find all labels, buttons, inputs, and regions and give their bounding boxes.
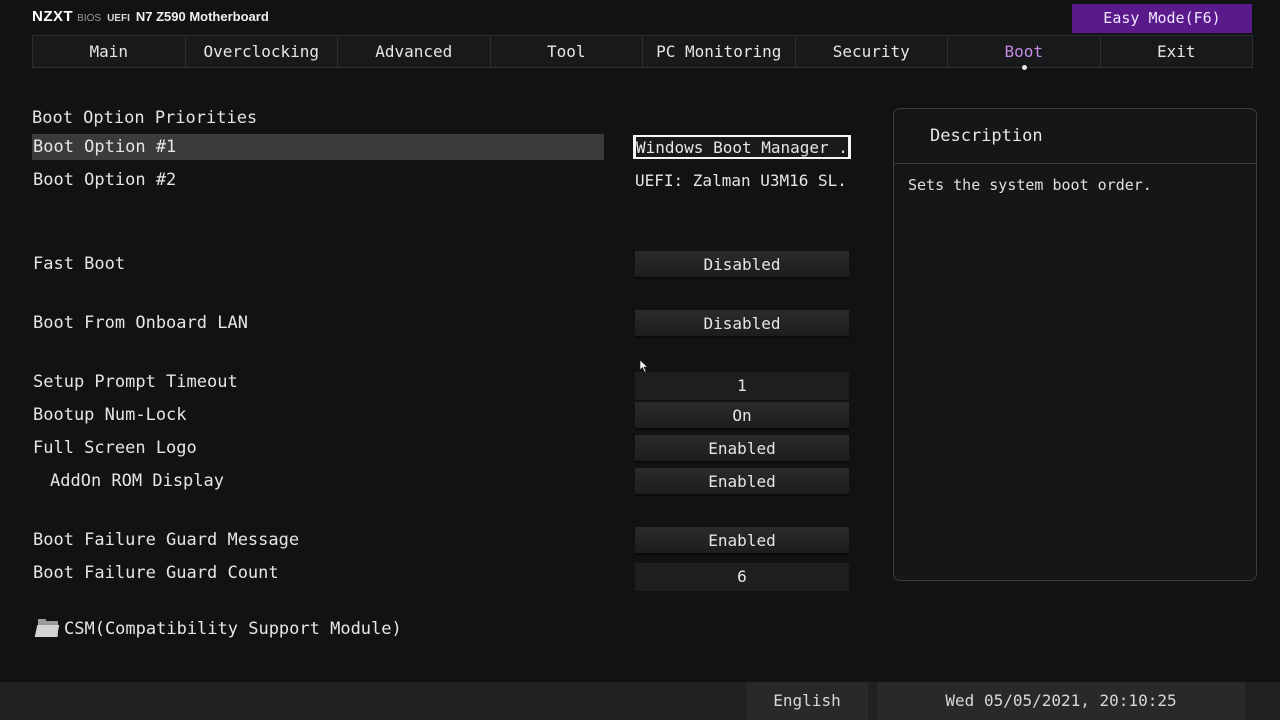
bios-label: BIOS bbox=[77, 13, 102, 24]
csm-submenu[interactable]: CSM(Compatibility Support Module) bbox=[34, 618, 402, 640]
num-lock-label[interactable]: Bootup Num-Lock bbox=[33, 405, 187, 425]
tab-tool[interactable]: Tool bbox=[491, 36, 643, 67]
boot-lan-label[interactable]: Boot From Onboard LAN bbox=[33, 313, 248, 333]
boot-option-2-value[interactable]: UEFI: Zalman U3M16 SL... bbox=[635, 167, 849, 195]
folder-icon bbox=[34, 619, 60, 637]
addon-rom-label[interactable]: AddOn ROM Display bbox=[50, 471, 224, 491]
boot-lan-value[interactable]: Disabled bbox=[635, 310, 849, 338]
tab-exit[interactable]: Exit bbox=[1101, 36, 1253, 67]
csm-label: CSM(Compatibility Support Module) bbox=[64, 619, 402, 639]
boot-option-2-label[interactable]: Boot Option #2 bbox=[33, 170, 176, 190]
tab-security[interactable]: Security bbox=[796, 36, 948, 67]
full-logo-label[interactable]: Full Screen Logo bbox=[33, 438, 197, 458]
tab-pc-monitoring[interactable]: PC Monitoring bbox=[643, 36, 796, 67]
guard-message-value[interactable]: Enabled bbox=[635, 527, 849, 555]
boot-option-1-label[interactable]: Boot Option #1 bbox=[33, 137, 176, 157]
main-tabs: Main Overclocking Advanced Tool PC Monit… bbox=[32, 35, 1253, 70]
section-title: Boot Option Priorities bbox=[32, 108, 258, 128]
full-logo-value[interactable]: Enabled bbox=[635, 435, 849, 463]
description-panel: Description Sets the system boot order. bbox=[893, 108, 1257, 581]
tab-advanced[interactable]: Advanced bbox=[338, 36, 491, 67]
fast-boot-value[interactable]: Disabled bbox=[635, 251, 849, 279]
guard-count-value[interactable]: 6 bbox=[635, 563, 849, 591]
boot-option-1-value[interactable]: Windows Boot Manager ... bbox=[633, 135, 851, 159]
setup-timeout-label[interactable]: Setup Prompt Timeout bbox=[33, 372, 238, 392]
tab-main[interactable]: Main bbox=[33, 36, 186, 67]
description-text: Sets the system boot order. bbox=[908, 176, 1152, 194]
status-bar: English Wed 05/05/2021, 20:10:25 bbox=[0, 682, 1280, 720]
mouse-pointer-icon bbox=[639, 359, 649, 373]
date-time: Wed 05/05/2021, 20:10:25 bbox=[877, 682, 1245, 720]
num-lock-value[interactable]: On bbox=[635, 402, 849, 430]
addon-rom-value[interactable]: Enabled bbox=[635, 468, 849, 496]
motherboard-model: N7 Z590 Motherboard bbox=[135, 9, 269, 24]
fast-boot-label[interactable]: Fast Boot bbox=[33, 254, 125, 274]
easy-mode-button[interactable]: Easy Mode(F6) bbox=[1072, 4, 1252, 33]
guard-message-label[interactable]: Boot Failure Guard Message bbox=[33, 530, 299, 550]
nzxt-logo: NZXT bbox=[32, 8, 74, 25]
uefi-label: UEFI bbox=[107, 13, 130, 24]
language-selector[interactable]: English bbox=[746, 682, 868, 720]
tab-overclocking[interactable]: Overclocking bbox=[186, 36, 338, 67]
description-title: Description bbox=[894, 109, 1256, 164]
setup-timeout-value[interactable]: 1 bbox=[635, 372, 849, 400]
brand-header: NZXT BIOS UEFI N7 Z590 Motherboard bbox=[32, 8, 269, 28]
tab-boot[interactable]: Boot bbox=[948, 36, 1101, 70]
guard-count-label[interactable]: Boot Failure Guard Count bbox=[33, 563, 279, 583]
